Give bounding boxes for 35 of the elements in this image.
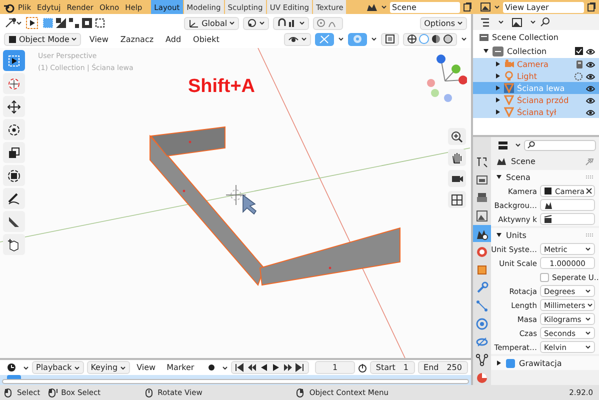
field-text: Scene bbox=[392, 2, 416, 12]
menu-item[interactable]: View bbox=[85, 34, 112, 44]
menu-item[interactable]: View bbox=[132, 363, 160, 372]
menu-item[interactable]: Keying bbox=[86, 361, 130, 374]
panel-title: Scena bbox=[506, 172, 532, 182]
menu-item[interactable]: Marker bbox=[162, 363, 198, 372]
properties-title: Scene bbox=[511, 156, 536, 166]
object-name: Ściana przód bbox=[517, 96, 570, 104]
options-button[interactable]: Options bbox=[420, 16, 467, 30]
frame-field[interactable]: 1 bbox=[315, 361, 355, 374]
object-name: Light bbox=[517, 72, 538, 80]
menu-item[interactable]: Playback bbox=[32, 361, 84, 374]
menu-item[interactable]: Add bbox=[162, 34, 186, 44]
panel-title: Units bbox=[506, 230, 528, 240]
panel-header[interactable]: Grawitacja bbox=[491, 356, 599, 370]
collection-name: Scene Collection bbox=[492, 32, 560, 42]
object-name: Ściana tył bbox=[517, 108, 558, 116]
mode-dropdown[interactable]: Object Mode bbox=[4, 32, 82, 46]
panel-header[interactable]: Scena bbox=[491, 170, 599, 184]
orientation-dropdown[interactable]: Global bbox=[184, 16, 239, 30]
start-frame-field[interactable]: Start 1 bbox=[370, 361, 415, 374]
field-text: View Layer bbox=[505, 2, 549, 12]
end-frame-field[interactable]: End 250 bbox=[418, 361, 468, 374]
view-layer-field[interactable]: View Layer bbox=[503, 2, 584, 12]
collection-name: Collection bbox=[507, 46, 548, 56]
outliner-row[interactable]: Collection bbox=[473, 44, 599, 58]
panel-title: Grawitacja bbox=[519, 358, 563, 368]
menu-item[interactable]: Obiekt bbox=[189, 34, 224, 44]
shortcut-hint: Shift+A bbox=[188, 76, 256, 98]
outliner-row[interactable]: Scene Collection bbox=[473, 30, 599, 44]
object-name: Ściana lewa bbox=[517, 84, 566, 92]
scene-field[interactable]: Scene bbox=[390, 2, 460, 12]
panel-header[interactable]: Units bbox=[491, 228, 599, 242]
object-name: Camera bbox=[517, 60, 550, 68]
menu-item[interactable]: Zaznacz bbox=[116, 34, 158, 44]
